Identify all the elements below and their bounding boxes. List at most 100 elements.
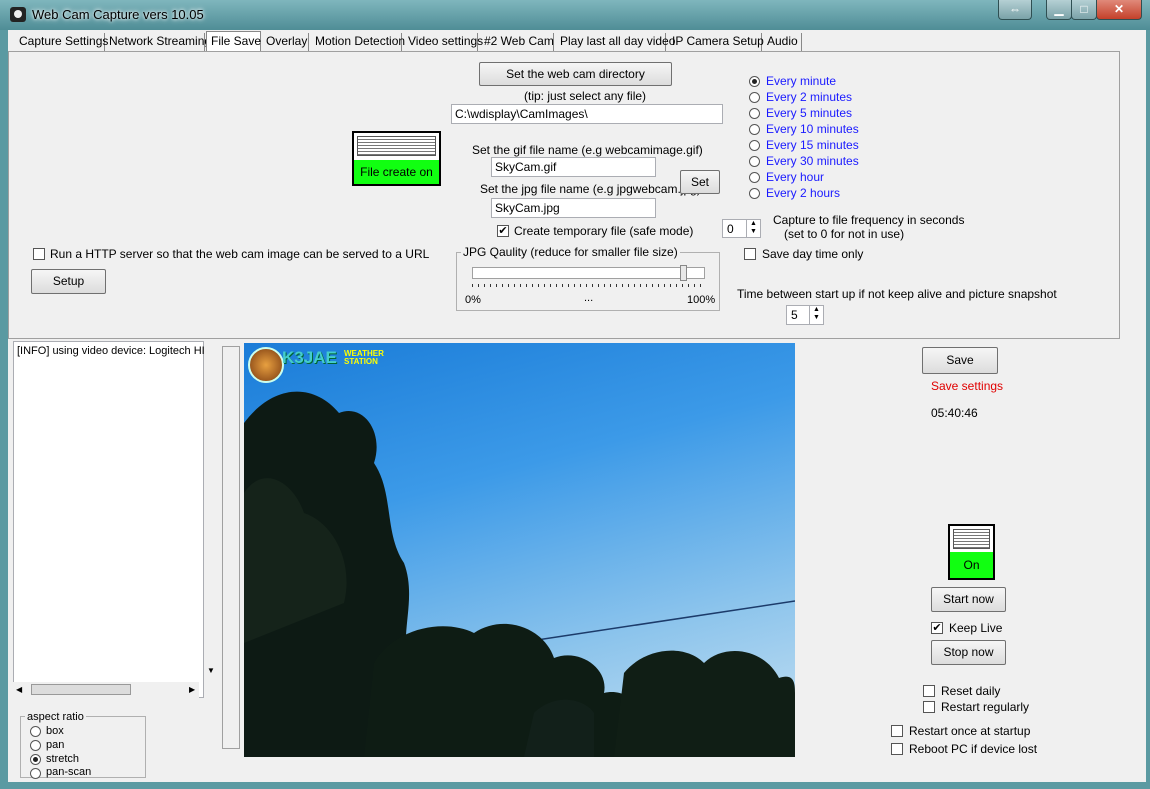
gif-name-field[interactable]: SkyCam.gif xyxy=(491,157,656,177)
aspect-box-label[interactable]: box xyxy=(46,725,64,737)
interval-radio-6[interactable] xyxy=(749,156,760,167)
window-title: Web Cam Capture vers 10.05 xyxy=(32,7,204,22)
interval-label-5[interactable]: Every 15 minutes xyxy=(766,138,859,152)
aspect-box-radio[interactable] xyxy=(30,726,41,737)
capture-frequency-spinner[interactable]: 0 ▲ ▼ xyxy=(722,219,761,238)
resize-icon[interactable]: ⇔ xyxy=(998,0,1032,20)
aspect-ratio-title: aspect ratio xyxy=(25,711,86,723)
directory-field[interactable]: C:\wdisplay\CamImages\ xyxy=(451,104,723,124)
tab-capture-settings[interactable]: Capture Settings xyxy=(12,33,108,51)
scroll-down-icon[interactable]: ▼ xyxy=(207,666,215,675)
jpg-quality-max: 100% xyxy=(687,294,716,306)
maximize-button[interactable]: □ xyxy=(1071,0,1097,20)
close-button[interactable]: ✕ xyxy=(1096,0,1142,20)
aspect-stretch-radio[interactable] xyxy=(30,754,41,765)
daytime-only-checkbox[interactable] xyxy=(744,248,756,260)
jpg-name-label: Set the jpg file name (e.g jpgwebcam.jpg… xyxy=(480,182,701,196)
temp-file-checkbox[interactable]: ✔ xyxy=(497,225,509,237)
log-list[interactable]: [INFO] using video device: Logitech HI xyxy=(13,341,205,698)
keepalive-arrows-icon[interactable]: ▲ ▼ xyxy=(809,306,823,324)
keepalive-label: Time between start up if not keep alive … xyxy=(737,287,1057,301)
interval-label-1[interactable]: Every minute xyxy=(766,74,836,88)
restart-regularly-checkbox[interactable] xyxy=(923,701,935,713)
tab-ip-camera-setup[interactable]: IP Camera Setup xyxy=(666,33,764,51)
interval-label-7[interactable]: Every hour xyxy=(766,170,824,184)
keep-live-checkbox[interactable]: ✔ xyxy=(931,622,943,634)
minimize-button[interactable]: ▁ xyxy=(1046,0,1072,20)
file-create-toggle[interactable]: File create on xyxy=(352,131,441,186)
tab-play-last-all-day-video[interactable]: Play last all day video xyxy=(554,33,675,51)
http-server-label: Run a HTTP server so that the web cam im… xyxy=(50,247,430,261)
aspect-stretch-label[interactable]: stretch xyxy=(46,753,79,765)
scroll-left-icon[interactable]: ◀ xyxy=(16,685,22,694)
aspect-pan-radio[interactable] xyxy=(30,740,41,751)
camera-preview: K3JAE WEATHER STATION xyxy=(244,343,795,757)
interval-label-8[interactable]: Every 2 hours xyxy=(766,186,840,200)
jpg-name-field[interactable]: SkyCam.jpg xyxy=(491,198,656,218)
aspect-pan-label[interactable]: pan xyxy=(46,739,64,751)
start-now-button[interactable]: Start now xyxy=(931,587,1006,612)
http-server-checkbox[interactable] xyxy=(33,248,45,260)
jpg-quality-thumb[interactable] xyxy=(680,265,687,281)
tab-network-streaming[interactable]: Network Streaming xyxy=(105,33,211,51)
restart-regularly-label: Restart regularly xyxy=(941,700,1030,714)
tab-2-web-cam[interactable]: #2 Web Cam xyxy=(478,33,554,51)
jpg-quality-group: JPG Qaulity (reduce for smaller file siz… xyxy=(456,245,720,311)
capture-frequency-label: Capture to file frequency in seconds xyxy=(773,213,965,227)
interval-label-3[interactable]: Every 5 minutes xyxy=(766,106,852,120)
file-save-panel: Set the web cam directory (tip: just sel… xyxy=(8,51,1120,339)
tab-motion-detection[interactable]: Motion Detection xyxy=(309,33,405,51)
interval-radio-1[interactable] xyxy=(749,76,760,87)
interval-radio-2[interactable] xyxy=(749,92,760,103)
webcam-app-icon xyxy=(10,7,26,22)
tab-audio[interactable]: Audio xyxy=(762,33,802,51)
set-button[interactable]: Set xyxy=(680,170,720,194)
interval-label-2[interactable]: Every 2 minutes xyxy=(766,90,852,104)
reset-daily-checkbox[interactable] xyxy=(923,685,935,697)
spinner-arrows-icon[interactable]: ▲ ▼ xyxy=(746,220,760,237)
restart-startup-checkbox[interactable] xyxy=(891,725,903,737)
stop-now-button[interactable]: Stop now xyxy=(931,640,1006,665)
on-toggle[interactable]: On xyxy=(948,524,995,580)
gif-name-label: Set the gif file name (e.g webcamimage.g… xyxy=(472,143,703,157)
preview-side-frame xyxy=(222,346,240,749)
file-create-label: File create on xyxy=(354,160,439,184)
on-toggle-stripes xyxy=(953,529,990,549)
tab-video-settings[interactable]: Video settings xyxy=(402,33,483,51)
on-toggle-label: On xyxy=(950,552,993,578)
scroll-thumb[interactable] xyxy=(31,684,131,695)
reboot-pc-label: Reboot PC if device lost xyxy=(909,742,1038,756)
log-horizontal-scrollbar[interactable]: ◀ ▶ xyxy=(13,682,199,698)
weather-station-logo: K3JAE WEATHER STATION xyxy=(246,346,386,383)
scroll-right-icon[interactable]: ▶ xyxy=(189,685,195,694)
reset-daily-label: Reset daily xyxy=(941,684,1001,698)
tab-file-save[interactable]: File Save xyxy=(206,31,261,52)
aspect-pan-scan-label[interactable]: pan-scan xyxy=(46,766,91,778)
client-area: Capture Settings Network Streaming File … xyxy=(8,30,1146,782)
interval-label-4[interactable]: Every 10 minutes xyxy=(766,122,859,136)
title-bar[interactable]: Web Cam Capture vers 10.05 ⇔ ▁ □ ✕ xyxy=(0,0,1150,30)
tab-strip: Capture Settings Network Streaming File … xyxy=(8,30,1146,52)
logo-text: K3JAE xyxy=(282,348,337,367)
tab-overlay[interactable]: Overlay xyxy=(261,33,309,51)
interval-radio-4[interactable] xyxy=(749,124,760,135)
interval-radio-7[interactable] xyxy=(749,172,760,183)
logo-subtext: WEATHER STATION xyxy=(344,349,384,366)
interval-radio-8[interactable] xyxy=(749,188,760,199)
camera-scene xyxy=(244,391,795,757)
reboot-pc-checkbox[interactable] xyxy=(891,743,903,755)
jpg-quality-ticks xyxy=(472,284,705,287)
tip-text: (tip: just select any file) xyxy=(524,89,647,103)
interval-label-6[interactable]: Every 30 minutes xyxy=(766,154,859,168)
http-setup-button[interactable]: Setup xyxy=(31,269,106,294)
app-window: Web Cam Capture vers 10.05 ⇔ ▁ □ ✕ Captu… xyxy=(0,0,1150,789)
jpg-quality-mid: ... xyxy=(584,292,594,304)
aspect-pan-scan-radio[interactable] xyxy=(30,768,41,779)
keepalive-spinner[interactable]: 5 ▲ ▼ xyxy=(786,305,824,325)
save-button[interactable]: Save xyxy=(922,347,998,374)
interval-radio-3[interactable] xyxy=(749,108,760,119)
interval-radio-5[interactable] xyxy=(749,140,760,151)
set-directory-button[interactable]: Set the web cam directory xyxy=(479,62,672,86)
jpg-quality-title: JPG Qaulity (reduce for smaller file siz… xyxy=(461,245,680,259)
log-vertical-scrollbar[interactable]: ▼ xyxy=(204,341,218,682)
